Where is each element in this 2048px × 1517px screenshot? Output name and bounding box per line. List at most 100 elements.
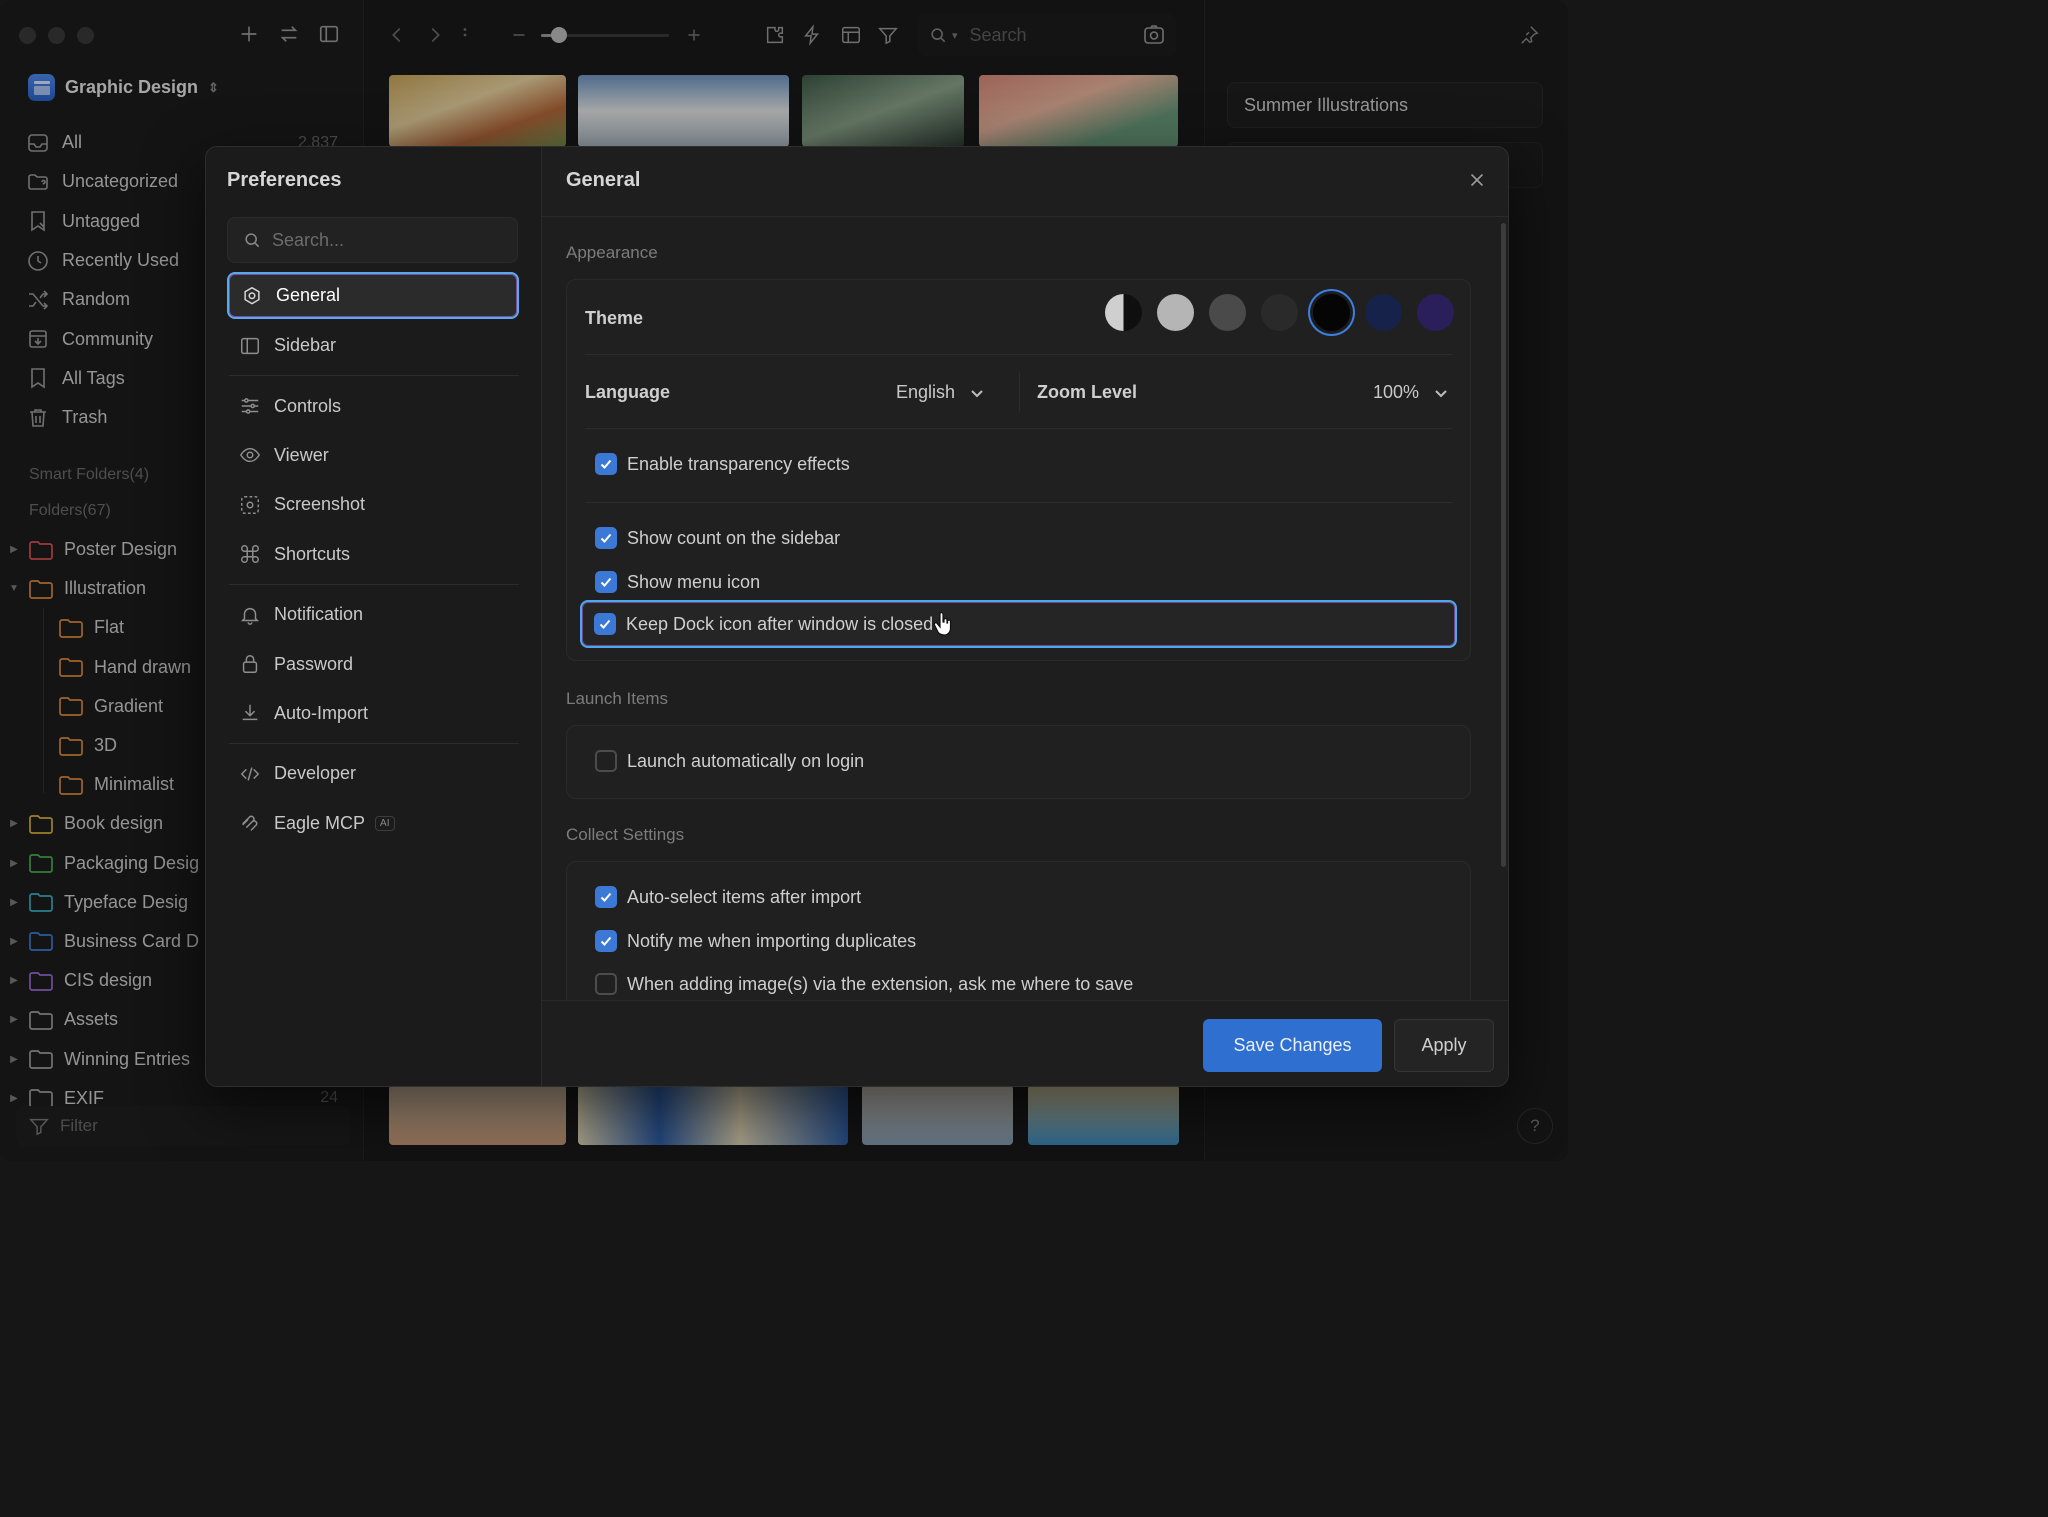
pref-tab-password[interactable]: Password (227, 639, 519, 688)
lock-icon (242, 655, 258, 674)
appearance-section-label: Appearance (566, 243, 658, 262)
pref-tab-label: Controls (274, 395, 342, 416)
general-settings-panel: General Appearance Theme Language Englis… (542, 147, 1508, 1086)
close-icon[interactable] (1466, 169, 1488, 191)
divider (229, 583, 519, 585)
pref-tab-shortcuts[interactable]: Shortcuts (227, 530, 519, 579)
ai-badge: AI (375, 815, 395, 831)
checkbox-unchecked[interactable] (595, 973, 617, 995)
preferences-sidebar: Preferences Search... General Sidebar Co… (206, 147, 542, 1086)
hand-pointer-cursor-icon (933, 612, 952, 636)
theme-swatch-black[interactable] (1313, 294, 1350, 331)
pref-tab-viewer[interactable]: Viewer (227, 431, 519, 480)
screenshot-icon (241, 495, 259, 514)
option-label: When adding image(s) via the extension, … (627, 973, 1134, 994)
preferences-title: Preferences (227, 169, 342, 191)
sidebar-icon (241, 337, 259, 354)
pref-tab-label: Eagle MCP (274, 812, 366, 833)
launch-items-card: Launch automatically on login (566, 725, 1471, 799)
language-select[interactable]: English (896, 382, 985, 403)
launch-items-section-label: Launch Items (566, 689, 669, 708)
language-value: English (896, 382, 956, 402)
option-label: Enable transparency effects (627, 453, 850, 474)
theme-swatch-purple[interactable] (1417, 294, 1454, 331)
checkbox-checked[interactable] (595, 571, 617, 593)
check-icon (599, 619, 611, 629)
collect-settings-card: Auto-select items after import Notify me… (566, 861, 1471, 1021)
option-label: Show menu icon (627, 571, 761, 592)
theme-swatch-dark[interactable] (1261, 294, 1298, 331)
option-launch-on-login[interactable]: Launch automatically on login (595, 750, 864, 772)
pref-tab-controls[interactable]: Controls (227, 381, 519, 430)
pref-tab-developer[interactable]: Developer (227, 749, 519, 798)
save-changes-button[interactable]: Save Changes (1203, 1019, 1382, 1072)
checkbox-checked[interactable] (595, 930, 617, 952)
option-label: Launch automatically on login (627, 750, 865, 771)
check-icon (600, 936, 612, 946)
check-icon (600, 577, 612, 587)
option-ask-where-to-save[interactable]: When adding image(s) via the extension, … (595, 973, 1133, 995)
checkbox-checked[interactable] (595, 527, 617, 549)
checkbox-checked[interactable] (595, 453, 617, 475)
checkbox-checked[interactable] (595, 886, 617, 908)
divider (585, 354, 1452, 355)
option-label: Show count on the sidebar (627, 527, 841, 548)
divider (542, 216, 1508, 217)
language-label: Language (585, 382, 671, 402)
option-label: Auto-select items after import (627, 886, 862, 907)
pref-tab-label: Viewer (274, 444, 329, 465)
theme-swatch-light[interactable] (1157, 294, 1194, 331)
dialog-footer: Save Changes Apply (542, 1000, 1508, 1086)
option-show-menu-icon[interactable]: Show menu icon (595, 571, 760, 593)
chevron-down-icon (971, 389, 983, 397)
eye-icon (239, 448, 261, 463)
zoom-level-label: Zoom Level (1037, 382, 1138, 402)
search-icon (245, 233, 260, 248)
option-keep-dock-icon[interactable]: Keep Dock icon after window is closed (594, 613, 933, 635)
apply-button[interactable]: Apply (1394, 1019, 1494, 1072)
scrollbar[interactable] (1501, 223, 1506, 867)
download-icon (242, 705, 258, 721)
divider (229, 743, 519, 745)
option-auto-select[interactable]: Auto-select items after import (595, 886, 861, 908)
divider (585, 428, 1452, 429)
pref-tab-screenshot[interactable]: Screenshot (227, 480, 519, 529)
pref-tab-label: Developer (274, 763, 357, 784)
option-show-count[interactable]: Show count on the sidebar (595, 527, 840, 549)
pref-tab-sidebar[interactable]: Sidebar (227, 321, 519, 370)
theme-swatch-navy[interactable] (1365, 294, 1402, 331)
pref-tab-label: Screenshot (274, 494, 366, 515)
pref-tab-auto-import[interactable]: Auto-Import (227, 689, 519, 738)
checkbox-checked[interactable] (594, 613, 616, 635)
check-icon (600, 892, 612, 902)
check-icon (600, 459, 612, 469)
pref-tab-label: Auto-Import (274, 702, 369, 723)
theme-swatches (1105, 294, 1454, 331)
preferences-search-input[interactable]: Search... (227, 217, 518, 263)
collect-settings-section-label: Collect Settings (566, 825, 685, 844)
pref-tab-notification[interactable]: Notification (227, 590, 519, 639)
pref-tab-label: General (276, 285, 341, 305)
checkbox-unchecked[interactable] (595, 750, 617, 772)
theme-label: Theme (585, 308, 644, 328)
gear-icon (244, 286, 260, 304)
theme-swatch-auto[interactable] (1105, 294, 1142, 331)
option-transparency[interactable]: Enable transparency effects (595, 453, 850, 475)
pref-tab-label: Password (274, 653, 354, 674)
sliders-icon (241, 398, 259, 414)
divider (585, 502, 1452, 503)
app-window: Graphic Design ⇕ All 2,837 Uncategorized… (0, 0, 1568, 1161)
option-label: Keep Dock icon after window is closed (626, 613, 934, 634)
mcp-icon (242, 815, 258, 832)
option-notify-duplicates[interactable]: Notify me when importing duplicates (595, 930, 916, 952)
pref-tab-general[interactable]: General (227, 272, 519, 319)
pref-tab-label: Notification (274, 604, 364, 625)
option-label: Notify me when importing duplicates (627, 930, 917, 951)
zoom-level-value: 100% (1373, 382, 1420, 402)
zoom-level-select[interactable]: 100% (1373, 382, 1449, 403)
pref-tab-label: Shortcuts (274, 543, 351, 564)
bell-icon (240, 607, 260, 625)
pref-tab-eagle-mcp[interactable]: Eagle MCP AI (227, 799, 519, 848)
pref-tab-label: Sidebar (274, 335, 337, 356)
theme-swatch-gray[interactable] (1209, 294, 1246, 331)
